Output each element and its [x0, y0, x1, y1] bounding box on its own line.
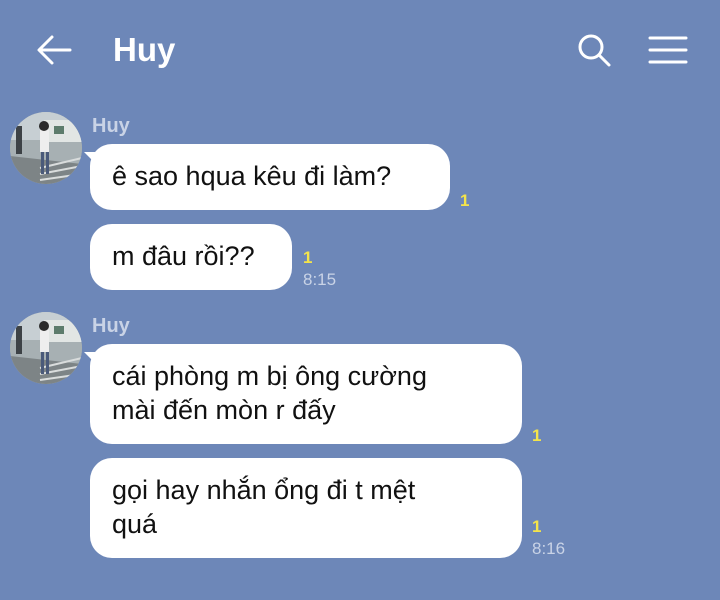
menu-button[interactable]	[646, 30, 690, 70]
message-bubble[interactable]: gọi hay nhắn ổng đi t mệt quá	[90, 458, 522, 558]
chat-header: Huy	[0, 0, 720, 100]
unread-count: 1	[532, 426, 542, 445]
sender-name: Huy	[92, 315, 130, 337]
avatar-photo	[10, 312, 82, 384]
search-icon	[578, 34, 611, 67]
hamburger-menu-icon	[648, 36, 688, 64]
chat-title: Huy	[113, 31, 176, 68]
sender-avatar[interactable]	[10, 112, 82, 184]
search-button[interactable]	[574, 30, 614, 70]
avatar-photo	[10, 112, 82, 184]
unread-count: 1	[532, 517, 542, 536]
sender-name: Huy	[92, 115, 130, 137]
back-button[interactable]	[34, 30, 74, 70]
message-bubble[interactable]: ê sao hqua kêu đi làm?	[90, 144, 450, 210]
message-bubble[interactable]: m đâu rồi??	[90, 224, 292, 290]
unread-count: 1	[303, 248, 313, 267]
message-time: 8:15	[303, 270, 337, 289]
arrow-left-icon	[37, 35, 72, 65]
message-bubble[interactable]: cái phòng m bị ông cường mài đến mòn r đ…	[90, 344, 522, 444]
sender-avatar[interactable]	[10, 312, 82, 384]
unread-count: 1	[460, 191, 470, 210]
message-time: 8:16	[532, 539, 566, 558]
